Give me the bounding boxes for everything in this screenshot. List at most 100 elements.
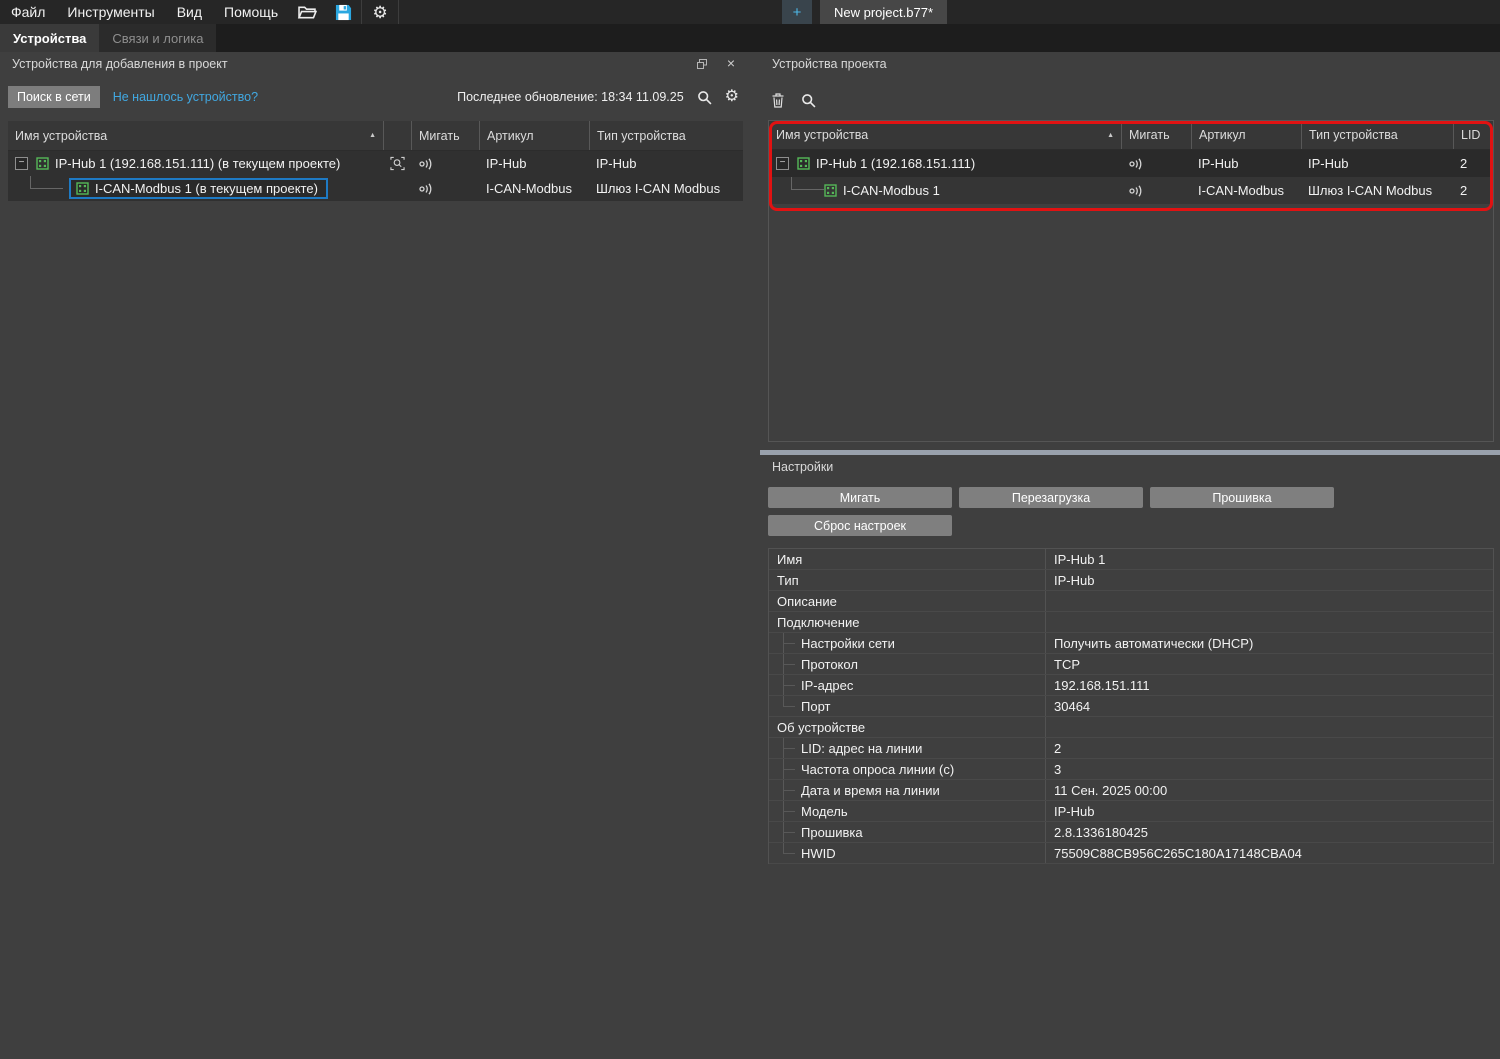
search-network-button[interactable]: Поиск в сети — [8, 86, 100, 108]
save-icon[interactable] — [325, 0, 361, 24]
property-value[interactable]: 2 — [1045, 738, 1493, 758]
tab-devices[interactable]: Устройства — [0, 24, 99, 52]
right-panel-header: Устройства проекта — [760, 52, 1500, 76]
property-value[interactable]: IP-Hub — [1045, 570, 1493, 590]
tree-connector — [791, 177, 824, 190]
property-row: Дата и время на линии 11 Сен. 2025 00:00 — [769, 780, 1493, 801]
reset-settings-button[interactable]: Сброс настроек — [768, 515, 952, 536]
property-value[interactable]: 30464 — [1045, 696, 1493, 716]
property-grid: Имя IP-Hub 1 Тип IP-Hub Описание Подключ… — [768, 548, 1494, 864]
property-label: HWID — [769, 843, 1045, 863]
column-header-label: Тип устройства — [1309, 128, 1398, 142]
menu-file[interactable]: Файл — [0, 4, 56, 20]
settings-panel: Настройки Мигать Перезагрузка Прошивка С… — [760, 455, 1500, 1059]
device-type: IP-Hub — [1301, 150, 1453, 177]
trash-icon[interactable] — [772, 93, 784, 108]
column-header-blink[interactable]: Мигать — [1121, 121, 1191, 149]
blink-signal-icon[interactable] — [1121, 150, 1191, 177]
column-header-label: Имя устройства — [776, 128, 868, 142]
property-value — [1045, 717, 1493, 737]
property-row: LID: адрес на линии 2 — [769, 738, 1493, 759]
property-value[interactable]: 192.168.151.111 — [1045, 675, 1493, 695]
scan-locate-icon[interactable] — [383, 151, 411, 176]
device-not-found-link[interactable]: Не нашлось устройство? — [113, 90, 258, 104]
project-tab[interactable]: New project.b77* — [820, 0, 947, 24]
open-folder-icon[interactable] — [289, 0, 325, 24]
column-header-device-type[interactable]: Тип устройства — [1301, 121, 1453, 149]
tree-connector — [30, 176, 63, 189]
column-header-blink[interactable]: Мигать — [411, 121, 479, 150]
property-value[interactable] — [1045, 591, 1493, 611]
property-value[interactable]: 2.8.1336180425 — [1045, 822, 1493, 842]
search-icon[interactable] — [801, 93, 816, 108]
blink-signal-icon[interactable] — [1121, 177, 1191, 204]
device-icon — [36, 157, 49, 170]
collapse-expander-icon[interactable] — [15, 157, 28, 170]
column-header-label: LID — [1461, 128, 1480, 142]
column-header-label: Артикул — [487, 129, 534, 143]
property-label: IP-адрес — [769, 675, 1045, 695]
column-header-lid[interactable]: LID — [1453, 121, 1493, 149]
project-devices-toolbar — [772, 90, 1500, 110]
property-value[interactable]: 75509C88CB956C265C180A17148CBA04 — [1045, 843, 1493, 863]
property-value[interactable]: IP-Hub 1 — [1045, 549, 1493, 569]
column-header-label: Имя устройства — [15, 129, 107, 143]
property-label: Частота опроса линии (с) — [769, 759, 1045, 779]
blink-button[interactable]: Мигать — [768, 487, 952, 508]
blink-signal-icon[interactable] — [411, 151, 479, 176]
collapse-expander-icon[interactable] — [776, 157, 789, 170]
property-value[interactable]: 3 — [1045, 759, 1493, 779]
device-name: I-CAN-Modbus 1 (в текущем проекте) — [95, 181, 318, 196]
settings-panel-title: Настройки — [772, 460, 833, 474]
settings-buttons: Мигать Перезагрузка Прошивка Сброс настр… — [760, 479, 1500, 536]
gear-icon[interactable]: ⚙ — [725, 89, 739, 105]
property-row: HWID 75509C88CB956C265C180A17148CBA04 — [769, 843, 1493, 864]
tab-links-logic[interactable]: Связи и логика — [99, 24, 216, 52]
table-row[interactable]: IP-Hub 1 (192.168.151.111) IP-Hub IP-Hub… — [769, 150, 1493, 177]
device-type: Шлюз I-CAN Modbus — [589, 176, 743, 201]
table-row[interactable]: I-CAN-Modbus 1 (в текущем проекте) I-CAN… — [8, 176, 743, 201]
column-header-article[interactable]: Артикул — [1191, 121, 1301, 149]
property-row: IP-адрес 192.168.151.111 — [769, 675, 1493, 696]
blink-signal-icon[interactable] — [411, 176, 479, 201]
device-article: IP-Hub — [479, 151, 589, 176]
column-header-device-name[interactable]: Имя устройства ▲ — [769, 121, 1121, 149]
table-header-row: Имя устройства ▲ Мигать Артикул Тип устр… — [8, 121, 743, 151]
column-header-empty[interactable] — [383, 121, 411, 150]
property-group-row[interactable]: Об устройстве — [769, 717, 1493, 738]
device-icon — [76, 182, 89, 195]
reboot-button[interactable]: Перезагрузка — [959, 487, 1143, 508]
menu-tools[interactable]: Инструменты — [56, 4, 165, 20]
selected-device-cell[interactable]: I-CAN-Modbus 1 (в текущем проекте) — [69, 178, 328, 199]
property-row: Имя IP-Hub 1 — [769, 549, 1493, 570]
table-row[interactable]: I-CAN-Modbus 1 I-CAN-Modbus Шлюз I-CAN M… — [769, 177, 1493, 204]
property-label: Описание — [769, 591, 1045, 611]
search-icon[interactable] — [697, 90, 712, 105]
device-name: IP-Hub 1 (192.168.151.111) — [816, 156, 975, 171]
column-header-article[interactable]: Артикул — [479, 121, 589, 150]
property-value — [1045, 612, 1493, 632]
table-row[interactable]: IP-Hub 1 (192.168.151.111) (в текущем пр… — [8, 151, 743, 176]
property-group-row[interactable]: Подключение — [769, 612, 1493, 633]
float-panel-icon[interactable] — [697, 59, 707, 69]
column-header-device-type[interactable]: Тип устройства — [589, 121, 743, 150]
firmware-button[interactable]: Прошивка — [1150, 487, 1334, 508]
property-value[interactable]: TCP — [1045, 654, 1493, 674]
right-panel-title: Устройства проекта — [772, 57, 887, 71]
menu-view[interactable]: Вид — [166, 4, 213, 20]
device-article: I-CAN-Modbus — [1191, 177, 1301, 204]
close-icon[interactable] — [727, 55, 735, 73]
menu-help[interactable]: Помощь — [213, 4, 289, 20]
settings-gear-icon[interactable]: ⚙ — [362, 0, 398, 24]
property-value[interactable]: IP-Hub — [1045, 801, 1493, 821]
property-row: Порт 30464 — [769, 696, 1493, 717]
property-value[interactable]: Получить автоматически (DHCP) — [1045, 633, 1493, 653]
property-label: Протокол — [769, 654, 1045, 674]
last-update-text: Последнее обновление: 18:34 11.09.25 — [457, 90, 684, 104]
sort-asc-icon: ▲ — [1107, 132, 1114, 139]
device-icon — [797, 157, 810, 170]
add-project-tab-button[interactable]: + — [782, 0, 812, 24]
property-value[interactable]: 11 Сен. 2025 00:00 — [1045, 780, 1493, 800]
view-tab-strip: Устройства Связи и логика — [0, 24, 1500, 52]
column-header-device-name[interactable]: Имя устройства ▲ — [8, 121, 383, 150]
